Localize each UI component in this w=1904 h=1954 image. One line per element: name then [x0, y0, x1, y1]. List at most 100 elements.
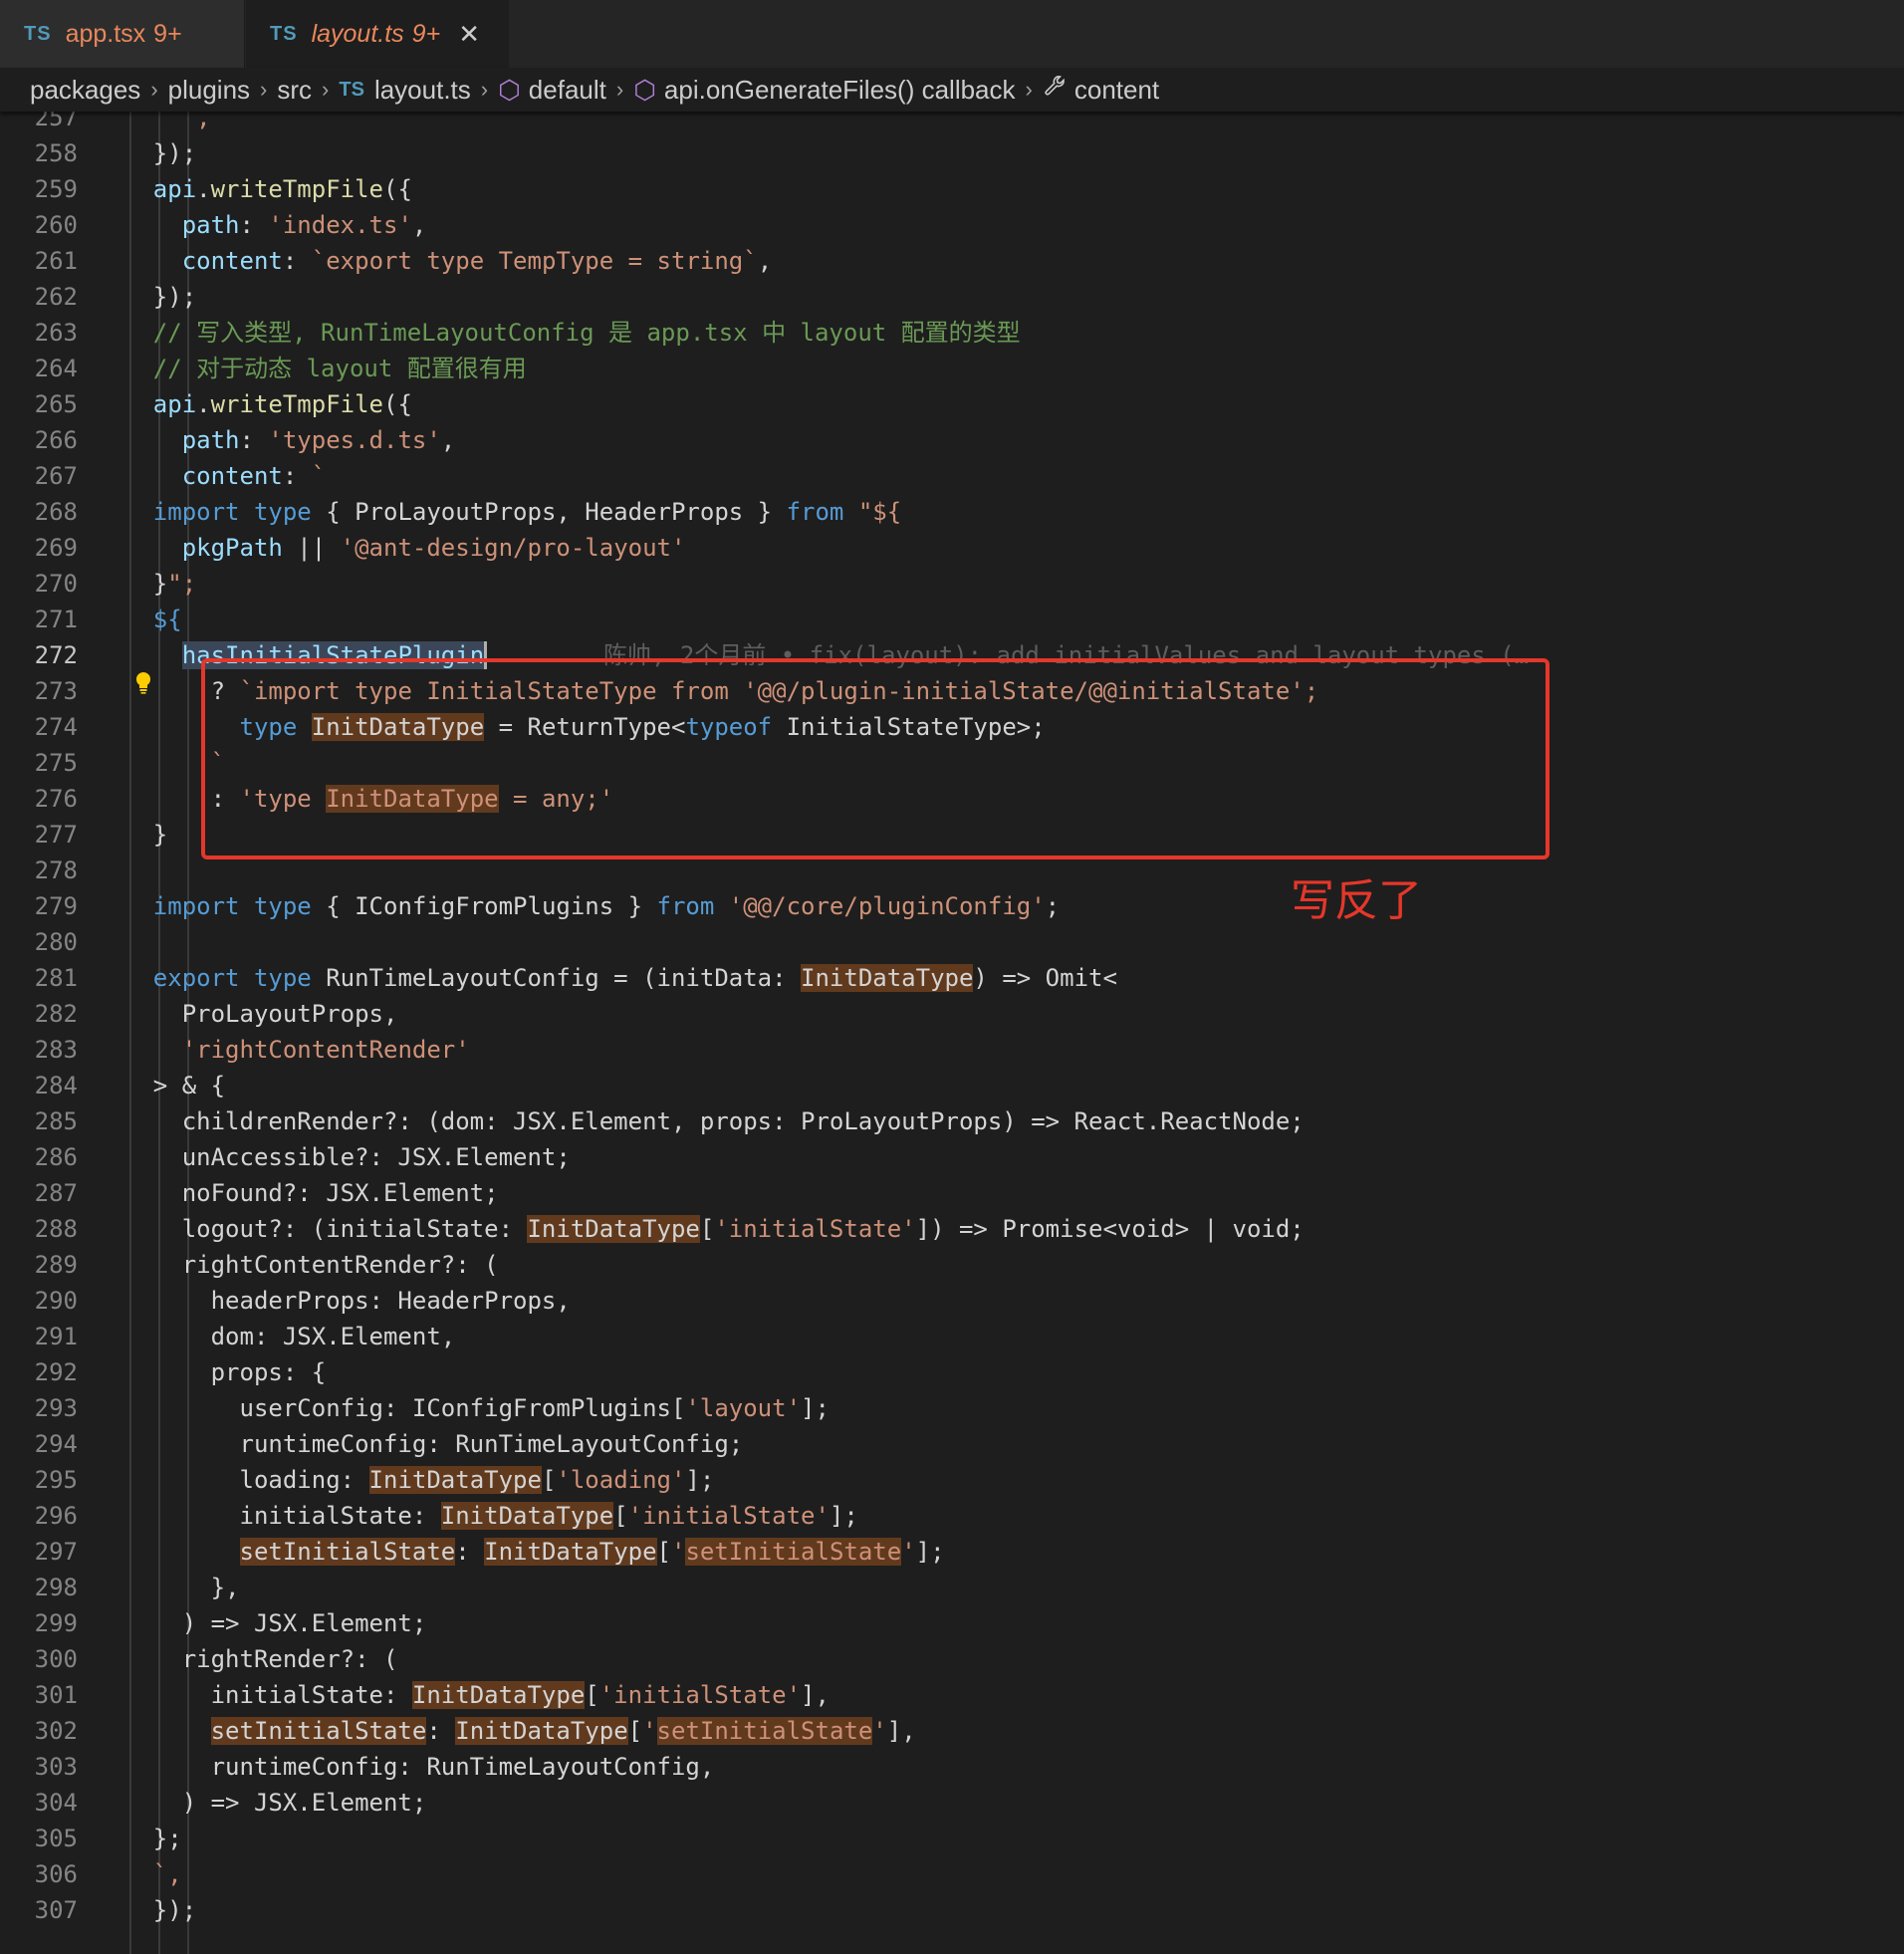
- line-number: 266: [34, 426, 78, 454]
- tab-layout-ts[interactable]: TS layout.ts 9+ ✕: [246, 0, 509, 68]
- code-text: initialState: InitDataType['initialState…: [96, 1502, 858, 1530]
- code-text: ) => JSX.Element;: [96, 1609, 427, 1637]
- code-text: runtimeConfig: RunTimeLayoutConfig;: [96, 1430, 744, 1458]
- code-text: loading: InitDataType['loading'];: [96, 1466, 715, 1494]
- typescript-file-icon: TS: [24, 22, 52, 45]
- code-line: 267 content: `: [0, 458, 1904, 494]
- line-number: 295: [34, 1466, 78, 1494]
- code-text: setInitialState: InitDataType['setInitia…: [210, 1717, 916, 1745]
- line-number: 299: [34, 1609, 78, 1637]
- line-number: 260: [34, 211, 78, 239]
- chevron-right-icon: ›: [615, 77, 624, 102]
- code-line: 270 }";: [0, 566, 1904, 602]
- line-number: 257: [34, 112, 78, 131]
- code-line: 265 api.writeTmpFile({: [0, 386, 1904, 422]
- code-line: 291 dom: JSX.Element,: [0, 1319, 1904, 1354]
- line-number: 294: [34, 1430, 78, 1458]
- close-icon[interactable]: ✕: [458, 19, 480, 50]
- module-cube-icon: ⬡: [498, 74, 521, 105]
- code-text: dom: JSX.Element,: [96, 1323, 456, 1350]
- line-number: 265: [34, 390, 78, 418]
- line-number: 279: [34, 892, 78, 920]
- code-line: 295 loading: InitDataType['loading'];: [0, 1462, 1904, 1498]
- breadcrumb-item-callback[interactable]: api.onGenerateFiles() callback: [664, 75, 1016, 106]
- line-number: 267: [34, 462, 78, 490]
- code-line: 281 export type RunTimeLayoutConfig = (i…: [0, 960, 1904, 996]
- line-number: 273: [34, 677, 78, 705]
- code-text: };: [96, 1825, 182, 1852]
- breadcrumb: packages › plugins › src › TS layout.ts …: [0, 68, 1904, 112]
- code-text: rightContentRender?: (: [96, 1251, 499, 1279]
- chevron-right-icon: ›: [322, 77, 330, 102]
- line-number: 292: [34, 1358, 78, 1386]
- code-text: initialState: InitDataType['initialState…: [96, 1681, 830, 1709]
- code-text: import type { IConfigFromPlugins } from …: [152, 892, 1061, 920]
- code-line: 305 };: [0, 1821, 1904, 1856]
- line-number: 278: [34, 856, 78, 884]
- line-number: 303: [34, 1753, 78, 1781]
- code-line: 262 });: [0, 279, 1904, 315]
- code-line: 306 `,: [0, 1856, 1904, 1892]
- code-line: 261 content: `export type TempType = str…: [0, 243, 1904, 279]
- code-line: 288 logout?: (initialState: InitDataType…: [0, 1211, 1904, 1247]
- code-text: ) => JSX.Element;: [96, 1789, 427, 1817]
- chevron-right-icon: ›: [1025, 77, 1033, 102]
- code-line: 290 headerProps: HeaderProps,: [0, 1283, 1904, 1319]
- code-text: // 写入类型, RunTimeLayoutConfig 是 app.tsx 中…: [96, 319, 1021, 347]
- code-text: });: [96, 283, 197, 311]
- code-text: api.writeTmpFile({: [152, 175, 412, 203]
- code-text: import type { ProLayoutProps, HeaderProp…: [152, 498, 902, 526]
- line-number: 270: [34, 570, 78, 598]
- code-line: 301 initialState: InitDataType['initialS…: [0, 1677, 1904, 1713]
- line-number: 262: [34, 283, 78, 311]
- breadcrumb-item-src[interactable]: src: [277, 75, 312, 106]
- line-number: 301: [34, 1681, 78, 1709]
- code-line: 271 ${: [0, 602, 1904, 637]
- code-line: 258 });: [0, 135, 1904, 171]
- chevron-right-icon: ›: [480, 77, 489, 102]
- code-editor[interactable]: 256 }257 `,258 });259 api.writeTmpFile({…: [0, 112, 1904, 1954]
- breadcrumb-item-plugins[interactable]: plugins: [168, 75, 250, 106]
- line-number: 287: [34, 1179, 78, 1207]
- breadcrumb-item-content[interactable]: content: [1074, 75, 1159, 106]
- code-text: `,: [181, 112, 211, 131]
- line-number: 277: [34, 821, 78, 849]
- code-text: path: 'index.ts',: [181, 211, 427, 239]
- code-line: 294 runtimeConfig: RunTimeLayoutConfig;: [0, 1426, 1904, 1462]
- line-number: 285: [34, 1107, 78, 1135]
- code-text: });: [96, 139, 197, 167]
- annotation-box: [201, 658, 1549, 859]
- line-number: 276: [34, 785, 78, 813]
- breadcrumb-item-packages[interactable]: packages: [30, 75, 140, 106]
- line-number: 293: [34, 1394, 78, 1422]
- line-number: 275: [34, 749, 78, 777]
- line-number: 289: [34, 1251, 78, 1279]
- lightbulb-icon[interactable]: [133, 670, 153, 700]
- code-text: content: `export type TempType = string`…: [181, 247, 773, 275]
- code-text: ProLayoutProps,: [96, 1000, 398, 1028]
- code-line: 282 ProLayoutProps,: [0, 996, 1904, 1032]
- code-text: logout?: (initialState: InitDataType['in…: [96, 1215, 1305, 1243]
- code-line: 289 rightContentRender?: (: [0, 1247, 1904, 1283]
- line-number: 307: [34, 1896, 78, 1924]
- line-number: 298: [34, 1574, 78, 1601]
- line-number: 296: [34, 1502, 78, 1530]
- tab-app-tsx[interactable]: TS app.tsx 9+: [0, 0, 245, 68]
- line-number: 306: [34, 1860, 78, 1888]
- code-text: export type RunTimeLayoutConfig = (initD…: [152, 964, 1117, 992]
- breadcrumb-item-default[interactable]: default: [529, 75, 606, 106]
- typescript-file-icon: TS: [270, 22, 298, 45]
- code-line: 304 ) => JSX.Element;: [0, 1785, 1904, 1821]
- code-text: }: [96, 821, 168, 849]
- line-number: 286: [34, 1143, 78, 1171]
- problem-count-badge: 9+: [411, 19, 441, 48]
- code-text: props: {: [96, 1358, 327, 1386]
- code-text: runtimeConfig: RunTimeLayoutConfig,: [96, 1753, 715, 1781]
- breadcrumb-item-file[interactable]: layout.ts: [374, 75, 471, 106]
- code-line: 286 unAccessible?: JSX.Element;: [0, 1139, 1904, 1175]
- line-number: 291: [34, 1323, 78, 1350]
- code-line: 302 setInitialState: InitDataType['setIn…: [0, 1713, 1904, 1749]
- line-number: 274: [34, 713, 78, 741]
- line-number: 282: [34, 1000, 78, 1028]
- line-number: 258: [34, 139, 78, 167]
